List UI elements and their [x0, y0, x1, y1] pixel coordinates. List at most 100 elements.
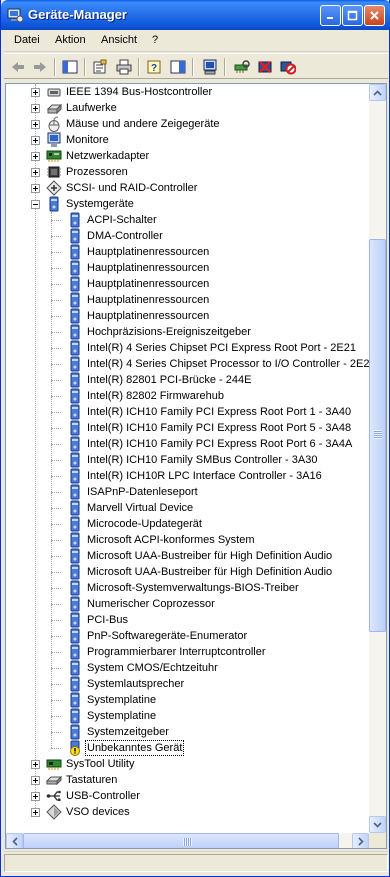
print-button[interactable]	[114, 57, 134, 77]
system-device-icon	[70, 724, 80, 740]
disable-button[interactable]	[278, 57, 298, 77]
tree-device-item[interactable]: PCI-Bus	[6, 612, 369, 628]
tree-device-item[interactable]: Hauptplatinenressourcen	[6, 260, 369, 276]
scroll-right-button[interactable]	[352, 833, 369, 848]
help-button[interactable]: ?	[144, 57, 164, 77]
back-button[interactable]	[8, 57, 28, 77]
properties-icon	[93, 59, 107, 74]
tree-category-systool[interactable]: SysTool Utility	[6, 756, 369, 772]
tree-category-laufwerke[interactable]: Laufwerke	[6, 100, 369, 116]
tree-device-item[interactable]: Hauptplatinenressourcen	[6, 292, 369, 308]
properties-button[interactable]	[90, 57, 110, 77]
tree-category-usb[interactable]: USB-Controller	[6, 788, 369, 804]
chevron-up-icon	[373, 89, 382, 96]
title-bar[interactable]: Geräte-Manager	[1, 0, 390, 30]
tree-device-item[interactable]: Intel(R) 4 Series Chipset PCI Express Ro…	[6, 340, 369, 356]
device-tree[interactable]: IEEE 1394 Bus-Hostcontroller Laufwerke M…	[6, 84, 369, 833]
chevron-down-icon	[373, 821, 382, 828]
tree-device-item[interactable]: Hauptplatinenressourcen	[6, 276, 369, 292]
tree-device-label: Microsoft UAA-Bustreiber für High Defini…	[87, 566, 333, 578]
scroll-left-button[interactable]	[6, 833, 23, 848]
system-device-icon	[70, 468, 80, 484]
tree-category-label: SCSI- und RAID-Controller	[66, 182, 198, 194]
tree-device-item[interactable]: Programmierbarer Interruptcontroller	[6, 644, 369, 660]
system-device-icon	[70, 292, 80, 308]
tree-device-label: Systemlautsprecher	[87, 678, 185, 690]
tree-category-netzwerkadapter[interactable]: Netzwerkadapter	[6, 148, 369, 164]
menu-aktion[interactable]: Aktion	[55, 34, 86, 46]
tree-device-label: Intel(R) ICH10 Family PCI Express Root P…	[87, 406, 352, 418]
tree-device-item[interactable]: Intel(R) 82802 Firmwarehub	[6, 388, 369, 404]
tree-device-item[interactable]: DMA-Controller	[6, 228, 369, 244]
device-tree-view[interactable]: IEEE 1394 Bus-Hostcontroller Laufwerke M…	[5, 83, 387, 849]
tree-device-item[interactable]: Intel(R) ICH10R LPC Interface Controller…	[6, 468, 369, 484]
tree-category-vso[interactable]: VSO devices	[6, 804, 369, 820]
tree-device-item[interactable]: ACPI-Schalter	[6, 212, 369, 228]
tree-device-label: Hauptplatinenressourcen	[87, 262, 210, 274]
device-manager-icon	[7, 8, 23, 23]
tree-device-item[interactable]: Hauptplatinenressourcen	[6, 244, 369, 260]
vertical-scroll-thumb[interactable]	[369, 239, 386, 632]
close-button[interactable]	[364, 5, 385, 26]
tree-device-item[interactable]: Hochpräzisions-Ereigniszeitgeber	[6, 324, 369, 340]
horizontal-scrollbar[interactable]	[6, 833, 369, 848]
tree-device-item[interactable]: Microsoft-Systemverwaltungs-BIOS-Treiber	[6, 580, 369, 596]
tree-device-label: ACPI-Schalter	[87, 214, 157, 226]
menu-help[interactable]: ?	[152, 34, 158, 46]
tree-device-item[interactable]: Systemzeitgeber	[6, 724, 369, 740]
tree-device-item[interactable]: ISAPnP-Datenleseport	[6, 484, 369, 500]
tree-device-item[interactable]: Intel(R) 82801 PCI-Brücke - 244E	[6, 372, 369, 388]
menu-datei[interactable]: Datei	[14, 34, 40, 46]
tree-device-label: Microsoft ACPI-konformes System	[87, 534, 255, 546]
tree-category-ieee1394[interactable]: IEEE 1394 Bus-Hostcontroller	[6, 84, 369, 100]
maximize-button[interactable]	[342, 5, 363, 26]
tree-device-item[interactable]: Systemplatine	[6, 692, 369, 708]
tree-device-item[interactable]: System CMOS/Echtzeituhr	[6, 660, 369, 676]
tree-device-item[interactable]: Microsoft UAA-Bustreiber für High Defini…	[6, 564, 369, 580]
tree-category-prozessoren[interactable]: Prozessoren	[6, 164, 369, 180]
ieee1394-icon	[47, 88, 61, 97]
menu-ansicht[interactable]: Ansicht	[101, 34, 137, 46]
scan-hardware-button[interactable]	[232, 57, 252, 77]
system-device-icon	[70, 676, 80, 692]
show-hide-button[interactable]	[168, 57, 188, 77]
tree-device-item[interactable]: Intel(R) ICH10 Family PCI Express Root P…	[6, 436, 369, 452]
usb-icon	[46, 790, 61, 801]
uninstall-button[interactable]	[255, 57, 275, 77]
vertical-scrollbar[interactable]	[369, 84, 386, 833]
tree-device-item[interactable]: PnP-Softwaregeräte-Enumerator	[6, 628, 369, 644]
tree-category-maeuse[interactable]: Mäuse und andere Zeigegeräte	[6, 116, 369, 132]
tree-device-label: ISAPnP-Datenleseport	[87, 486, 198, 498]
minimize-button[interactable]	[320, 5, 341, 26]
window-title: Geräte-Manager	[28, 7, 127, 22]
console-tree-button[interactable]	[60, 57, 80, 77]
system-device-icon	[70, 484, 80, 500]
forward-button[interactable]	[30, 57, 50, 77]
tree-category-scsi[interactable]: SCSI- und RAID-Controller	[6, 180, 369, 196]
scroll-up-button[interactable]	[369, 84, 386, 101]
tree-category-systemgeraete[interactable]: Systemgeräte	[6, 196, 369, 212]
tree-device-item[interactable]: Microsoft ACPI-konformes System	[6, 532, 369, 548]
tree-device-item[interactable]: Intel(R) ICH10 Family PCI Express Root P…	[6, 404, 369, 420]
scroll-down-button[interactable]	[369, 816, 386, 833]
monitor-icon	[47, 132, 61, 147]
tree-device-item[interactable]: Hauptplatinenressourcen	[6, 308, 369, 324]
mouse-icon	[48, 116, 60, 132]
tree-device-item[interactable]: Intel(R) ICH10 Family PCI Express Root P…	[6, 420, 369, 436]
system-device-icon	[70, 372, 80, 388]
tree-category-monitore[interactable]: Monitore	[6, 132, 369, 148]
tree-device-item[interactable]: Systemplatine	[6, 708, 369, 724]
tree-category-tastaturen[interactable]: Tastaturen	[6, 772, 369, 788]
computer-button[interactable]	[200, 57, 220, 77]
tree-device-unknown[interactable]: Unbekanntes Gerät	[6, 740, 369, 756]
tree-device-item[interactable]: Microsoft UAA-Bustreiber für High Defini…	[6, 548, 369, 564]
tree-device-item[interactable]: Systemlautsprecher	[6, 676, 369, 692]
tree-device-item[interactable]: Microcode-Updategerät	[6, 516, 369, 532]
tree-device-item[interactable]: Marvell Virtual Device	[6, 500, 369, 516]
tree-device-label: Hauptplatinenressourcen	[87, 310, 210, 322]
tree-device-item[interactable]: Intel(R) 4 Series Chipset Processor to I…	[6, 356, 369, 372]
system-device-icon	[70, 404, 80, 420]
horizontal-scroll-thumb[interactable]	[23, 833, 339, 848]
tree-device-item[interactable]: Numerischer Coprozessor	[6, 596, 369, 612]
tree-device-item[interactable]: Intel(R) ICH10 Family SMBus Controller -…	[6, 452, 369, 468]
